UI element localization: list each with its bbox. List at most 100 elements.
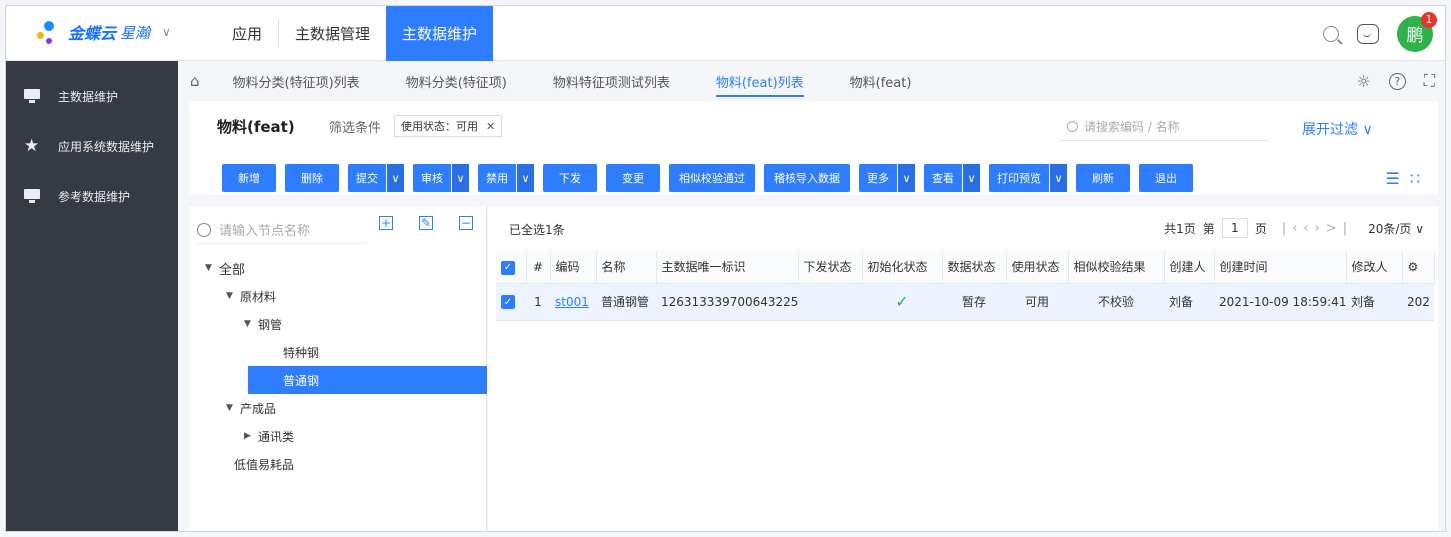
caret-right-icon[interactable]: ▶ xyxy=(244,431,258,441)
col-header-modifier[interactable]: 修改人 xyxy=(1346,251,1403,284)
topnav-master-data-maintenance[interactable]: 主数据维护 xyxy=(386,6,494,61)
view-button[interactable]: 查看 ∨ xyxy=(924,164,980,192)
tree-node-label: 普通钢 xyxy=(283,373,320,388)
distribute-button[interactable]: 下发 xyxy=(543,164,597,192)
column-settings-icon[interactable]: ⚙ xyxy=(1402,251,1435,284)
expand-filter-link[interactable]: 展开过滤 ∨ xyxy=(1302,119,1373,139)
tree-node-all[interactable]: ▼ 全部 xyxy=(189,254,487,282)
tab-material-feat[interactable]: 物料(feat) xyxy=(827,61,935,101)
disable-button[interactable]: 禁用 ∨ xyxy=(478,164,534,192)
caret-down-icon[interactable]: ▼ xyxy=(226,291,240,301)
chevron-down-icon[interactable]: ∨ xyxy=(451,164,469,192)
app-window: 金蝶云 星瀚 ∨ 应用 主数据管理 主数据维护 鹏 1 主数据维护 ★ 应用系统… xyxy=(5,5,1446,532)
chevron-down-icon[interactable]: ∨ xyxy=(516,164,534,192)
header-select-all[interactable]: ✓ xyxy=(496,251,527,284)
delete-icon[interactable]: − xyxy=(459,216,473,230)
avatar-text: 鹏 xyxy=(1406,26,1424,46)
edit-icon[interactable]: ✎ xyxy=(419,216,433,230)
tab-material-category[interactable]: 物料分类(特征项) xyxy=(383,61,530,101)
page-size-select[interactable]: 20条/页 ∨ xyxy=(1368,220,1424,237)
tree-node-telecom[interactable]: ▶ 通讯类 xyxy=(189,422,487,450)
checkbox-checked-icon[interactable]: ✓ xyxy=(501,295,515,310)
filter-chip[interactable]: 使用状态：可用 ✕ xyxy=(394,115,503,137)
sidebar-item-reference-data[interactable]: 参考数据维护 xyxy=(6,171,178,221)
grid-top-bar: 已全选1条 共1页 第 1 页 |‹‹›>| 20条/页 ∨ xyxy=(488,206,1438,248)
app-logo[interactable]: 金蝶云 星瀚 ∨ xyxy=(36,19,171,45)
row-select[interactable]: ✓ xyxy=(496,283,526,321)
search-input[interactable]: 请搜索编码 / 名称 xyxy=(1059,113,1269,141)
delete-button[interactable]: 删除 xyxy=(285,164,339,192)
more-label: 更多 xyxy=(867,172,889,185)
tree-node-low-value[interactable]: 低值易耗品 xyxy=(189,450,487,478)
chevron-down-icon[interactable]: ∨ xyxy=(162,25,171,39)
col-header-data-status[interactable]: 数据状态 xyxy=(942,251,1007,284)
topnav-master-data-management[interactable]: 主数据管理 xyxy=(279,6,386,61)
more-button[interactable]: 更多 ∨ xyxy=(859,164,915,192)
page-tabs: ⌂ 物料分类(特征项)列表 物料分类(特征项) 物料特征项测试列表 物料(fea… xyxy=(178,61,1445,101)
audit-label: 审核 xyxy=(421,172,443,185)
caret-down-icon[interactable]: ▼ xyxy=(244,319,258,329)
similar-pass-button[interactable]: 相似校验通过 xyxy=(669,164,755,192)
cell-data-status: 暂存 xyxy=(942,283,1006,321)
tree-node-steel-pipe[interactable]: ▼ 钢管 xyxy=(189,310,487,338)
tree-node-special-steel[interactable]: 特种钢 xyxy=(189,338,487,366)
lightbulb-icon[interactable]: ☼ xyxy=(1356,72,1370,91)
audit-button[interactable]: 审核 ∨ xyxy=(413,164,469,192)
code-link[interactable]: st001 xyxy=(555,295,589,309)
caret-down-icon[interactable]: ▼ xyxy=(226,403,240,413)
search-icon[interactable] xyxy=(1323,25,1339,42)
chevron-down-icon[interactable]: ∨ xyxy=(1049,164,1067,192)
home-icon[interactable]: ⌂ xyxy=(190,72,200,90)
import-check-button[interactable]: 稽核导入数据 xyxy=(764,164,850,192)
tree-search-input[interactable]: 请输入节点名称 xyxy=(197,216,367,244)
change-button[interactable]: 变更 xyxy=(606,164,660,192)
tree-node-plain-steel[interactable]: 普通钢 xyxy=(248,366,487,394)
avatar[interactable]: 鹏 1 xyxy=(1397,11,1437,52)
fullscreen-icon[interactable]: ⛶ xyxy=(1424,71,1435,91)
col-header-created-time[interactable]: 创建时间 xyxy=(1214,251,1347,284)
col-header-creator[interactable]: 创建人 xyxy=(1164,251,1215,284)
chevron-down-icon[interactable]: ∨ xyxy=(962,164,980,192)
tab-material-category-list[interactable]: 物料分类(特征项)列表 xyxy=(210,61,383,101)
cell-created-time: 2021-10-09 18:59:41 xyxy=(1214,283,1346,321)
caret-down-icon[interactable]: ▼ xyxy=(205,263,219,273)
page-input[interactable]: 1 xyxy=(1221,218,1248,238)
help-icon[interactable]: ? xyxy=(1388,72,1406,90)
col-header-code[interactable]: 编码 xyxy=(550,251,597,284)
message-icon[interactable] xyxy=(1357,23,1379,44)
cell-init-status: ✓ xyxy=(862,283,942,321)
tree-node-finished-goods[interactable]: ▼ 产成品 xyxy=(189,394,487,422)
col-header-init-status[interactable]: 初始化状态 xyxy=(862,251,943,284)
topnav-apps[interactable]: 应用 xyxy=(216,6,278,61)
grid-view-icon[interactable]: ∷ xyxy=(1410,169,1420,188)
close-icon[interactable]: ✕ xyxy=(486,120,495,133)
col-header-dist-status[interactable]: 下发状态 xyxy=(798,251,863,284)
col-header-similar-result[interactable]: 相似校验结果 xyxy=(1068,251,1165,284)
list-header: 物料(feat) 筛选条件 使用状态：可用 ✕ 请搜索编码 / 名称 展开过滤 … xyxy=(189,101,1438,195)
print-preview-button[interactable]: 打印预览 ∨ xyxy=(989,164,1067,192)
pager-nav-icons[interactable]: |‹‹›>| xyxy=(1282,221,1353,236)
col-header-name[interactable]: 名称 xyxy=(596,251,657,284)
tab-material-feature-test-list[interactable]: 物料特征项测试列表 xyxy=(530,61,693,101)
monitor-icon xyxy=(24,89,40,103)
col-header-uid[interactable]: 主数据唯一标识 xyxy=(656,251,799,284)
cell-creator: 刘备 xyxy=(1164,283,1214,321)
exit-button[interactable]: 退出 xyxy=(1139,164,1193,192)
chevron-down-icon[interactable]: ∨ xyxy=(386,164,404,192)
cell-use-status: 可用 xyxy=(1006,283,1068,321)
tree-panel: 请输入节点名称 + ✎ − ▼ 全部 ▼ 原材料 ▼ 钢管 特种钢 普通钢 ▼ … xyxy=(189,206,487,531)
checkbox-checked-icon[interactable]: ✓ xyxy=(501,260,515,275)
add-node-icon[interactable]: + xyxy=(379,216,393,230)
sidebar-item-master-data[interactable]: 主数据维护 xyxy=(6,71,178,121)
col-header-use-status[interactable]: 使用状态 xyxy=(1006,251,1069,284)
chevron-down-icon[interactable]: ∨ xyxy=(897,164,915,192)
refresh-button[interactable]: 刷新 xyxy=(1076,164,1130,192)
submit-button[interactable]: 提交 ∨ xyxy=(348,164,404,192)
sidebar-item-app-system-data[interactable]: ★ 应用系统数据维护 xyxy=(6,121,178,171)
list-view-icon[interactable]: ☰ xyxy=(1385,169,1399,188)
tab-material-feat-list[interactable]: 物料(feat)列表 xyxy=(693,61,827,101)
cell-code[interactable]: st001 xyxy=(550,283,596,321)
add-button[interactable]: 新增 xyxy=(222,164,276,192)
tree-node-raw-material[interactable]: ▼ 原材料 xyxy=(189,282,487,310)
table-row[interactable]: ✓ 1 st001 普通钢管 1263133397006432256 ✓ 暂存 … xyxy=(496,283,1434,321)
